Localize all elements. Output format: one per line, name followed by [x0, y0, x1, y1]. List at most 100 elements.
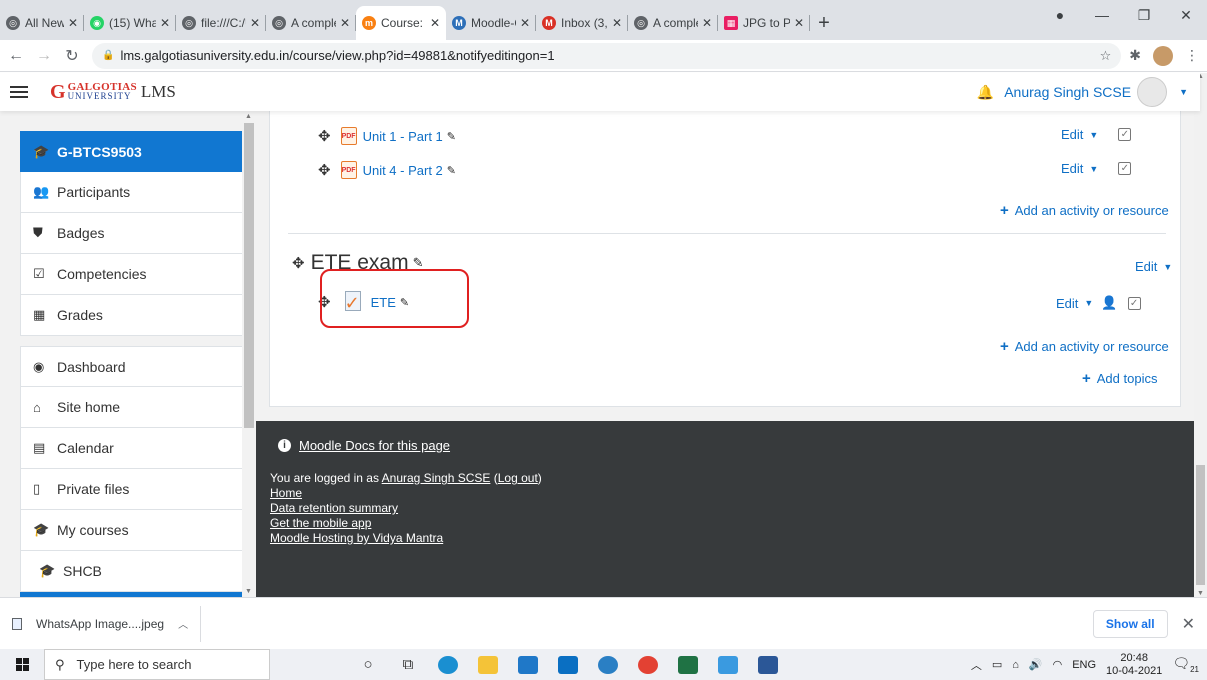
dell-icon[interactable]	[590, 649, 626, 680]
drawer-item-calendar[interactable]: ▤ Calendar	[20, 428, 251, 469]
data-retention-link[interactable]: Data retention summary	[270, 501, 398, 515]
battery-icon[interactable]: ▭	[992, 658, 1002, 671]
browser-tab[interactable]: ◎All New Re✕	[0, 6, 84, 40]
footer-user-link[interactable]: Anurag Singh SCSE	[382, 471, 491, 485]
new-tab-button[interactable]: +	[810, 6, 838, 40]
drawer-item-private-files[interactable]: ▯ Private files	[20, 469, 251, 510]
extensions-icon[interactable]: ✱	[1129, 47, 1141, 64]
url-input[interactable]: 🔒 lms.galgotiasuniversity.edu.in/course/…	[92, 42, 1122, 69]
scrollbar-thumb[interactable]	[1196, 465, 1205, 585]
browser-tab-active[interactable]: mCourse: Sc✕	[356, 6, 446, 40]
bookmark-star-icon[interactable]: ☆	[1100, 48, 1112, 64]
browser-tab[interactable]: ▦JPG to PDF✕	[718, 6, 810, 40]
photos-icon[interactable]	[710, 649, 746, 680]
browser-tab[interactable]: ◎file:///C:/U✕	[176, 6, 266, 40]
user-name[interactable]: Anurag Singh SCSE	[1004, 84, 1131, 100]
user-menu[interactable]: 🔔 Anurag Singh SCSE ▼	[977, 77, 1188, 107]
download-item[interactable]: WhatsApp Image....jpeg ︿	[0, 605, 202, 642]
drawer-item-participants[interactable]: 👥 Participants	[20, 172, 251, 213]
browser-tab[interactable]: MInbox (3,6€✕	[536, 6, 628, 40]
window-close-icon[interactable]: ✕	[1165, 7, 1207, 24]
checkbox-icon[interactable]: ✓	[1118, 162, 1132, 175]
scroll-down-icon[interactable]: ▼	[1197, 590, 1204, 597]
close-tab-icon[interactable]: ✕	[612, 16, 622, 30]
move-icon[interactable]: ✥	[292, 254, 305, 272]
clock[interactable]: 20:48 10-04-2021	[1106, 652, 1162, 678]
avatar[interactable]	[1137, 77, 1168, 107]
reload-icon[interactable]: ↻	[60, 46, 84, 66]
activity-link[interactable]: Unit 4 - Part 2	[363, 163, 443, 178]
edge-icon[interactable]	[430, 649, 466, 680]
lock-icon[interactable]: 🔒	[102, 50, 114, 61]
section-edit-menu[interactable]: Edit	[1135, 259, 1157, 274]
volume-icon[interactable]: 🔊	[1029, 658, 1043, 671]
scroll-down-icon[interactable]: ▼	[245, 588, 252, 595]
close-tab-icon[interactable]: ✕	[68, 16, 78, 30]
taskbar-search-input[interactable]: ⚲ Type here to search	[44, 649, 270, 680]
add-topics-link[interactable]: + Add topics	[1082, 370, 1157, 387]
edit-menu[interactable]: Edit	[1061, 161, 1083, 176]
edit-menu[interactable]: Edit	[1056, 296, 1078, 311]
close-tab-icon[interactable]: ✕	[340, 16, 350, 30]
site-logo[interactable]: G GALGOTIAS UNIVERSITY LMS	[50, 81, 176, 104]
wifi-icon[interactable]: ◠	[1053, 658, 1063, 671]
edit-menu[interactable]: Edit	[1061, 127, 1083, 142]
scroll-up-icon[interactable]: ▲	[245, 113, 252, 120]
close-icon[interactable]: ✕	[1182, 614, 1195, 634]
drawer-scrollbar[interactable]: ▲ ▼	[242, 111, 256, 597]
drawer-item-competencies[interactable]: ☑ Competencies	[20, 254, 251, 295]
checkbox-icon[interactable]: ✓	[1118, 128, 1132, 141]
page-scrollbar[interactable]: ▲ ▼	[1194, 73, 1207, 597]
drawer-item-badges[interactable]: ⛊ Badges	[20, 213, 251, 254]
profile-avatar[interactable]	[1153, 45, 1173, 66]
minimize-icon[interactable]: —	[1081, 7, 1123, 23]
close-tab-icon[interactable]: ✕	[250, 16, 260, 30]
hamburger-menu-icon[interactable]	[10, 86, 28, 98]
logout-link[interactable]: Log out	[498, 471, 538, 485]
mobile-app-link[interactable]: Get the mobile app	[270, 516, 371, 530]
caret-down-icon[interactable]: ▼	[1084, 298, 1093, 308]
drawer-item-grades[interactable]: ▦ Grades	[20, 295, 251, 336]
close-tab-icon[interactable]: ✕	[520, 16, 530, 30]
pencil-icon[interactable]: ✎	[447, 130, 456, 143]
cortana-icon[interactable]: ○	[350, 649, 386, 680]
move-icon[interactable]: ✥	[318, 127, 331, 145]
add-activity-link[interactable]: + Add an activity or resource	[1000, 338, 1169, 355]
close-tab-icon[interactable]: ✕	[794, 16, 804, 30]
browser-tab[interactable]: ◎A complete✕	[266, 6, 356, 40]
drawer-item-course[interactable]: 🎓 G-BTCS9503	[20, 131, 251, 172]
browser-menu-icon[interactable]: ⋮	[1185, 47, 1199, 64]
chevron-up-icon[interactable]: ︿	[971, 657, 982, 673]
show-all-button[interactable]: Show all	[1092, 609, 1168, 638]
excel-icon[interactable]	[670, 649, 706, 680]
moodle-docs-link[interactable]: Moodle Docs for this page	[299, 438, 450, 453]
windows-start-icon[interactable]	[0, 658, 44, 671]
caret-down-icon[interactable]: ▼	[1089, 130, 1098, 140]
close-tab-icon[interactable]: ✕	[702, 16, 712, 30]
restore-icon[interactable]: ❐	[1123, 7, 1165, 24]
add-activity-link[interactable]: + Add an activity or resource	[1000, 202, 1169, 219]
pencil-icon[interactable]: ✎	[447, 164, 456, 177]
drawer-item-shcb[interactable]: 🎓 SHCB	[20, 551, 251, 592]
notification-bell-icon[interactable]: 🔔	[977, 84, 994, 101]
caret-down-icon[interactable]: ▼	[1163, 262, 1172, 272]
scrollbar-thumb[interactable]	[244, 123, 254, 428]
store-icon[interactable]	[510, 649, 546, 680]
browser-tab[interactable]: ◉(15) Whats✕	[84, 6, 176, 40]
move-icon[interactable]: ✥	[318, 161, 331, 179]
file-explorer-icon[interactable]	[470, 649, 506, 680]
checkbox-icon[interactable]: ✓	[1127, 296, 1141, 310]
home-link[interactable]: Home	[270, 486, 302, 500]
mail-icon[interactable]	[550, 649, 586, 680]
tab-search-icon[interactable]: ●	[1039, 7, 1081, 23]
activity-link[interactable]: Unit 1 - Part 1	[363, 129, 443, 144]
drawer-item-site-home[interactable]: ⌂ Site home	[20, 387, 251, 428]
close-tab-icon[interactable]: ✕	[160, 16, 170, 30]
task-view-icon[interactable]: ⧉	[390, 649, 426, 680]
back-icon[interactable]: ←	[4, 47, 28, 65]
hosting-link[interactable]: Moodle Hosting by Vidya Mantra	[270, 531, 443, 545]
browser-tab[interactable]: MMoodle-Q✕	[446, 6, 536, 40]
word-icon[interactable]	[750, 649, 786, 680]
chevron-down-icon[interactable]: ▼	[1179, 87, 1188, 97]
chrome-icon[interactable]	[630, 649, 666, 680]
